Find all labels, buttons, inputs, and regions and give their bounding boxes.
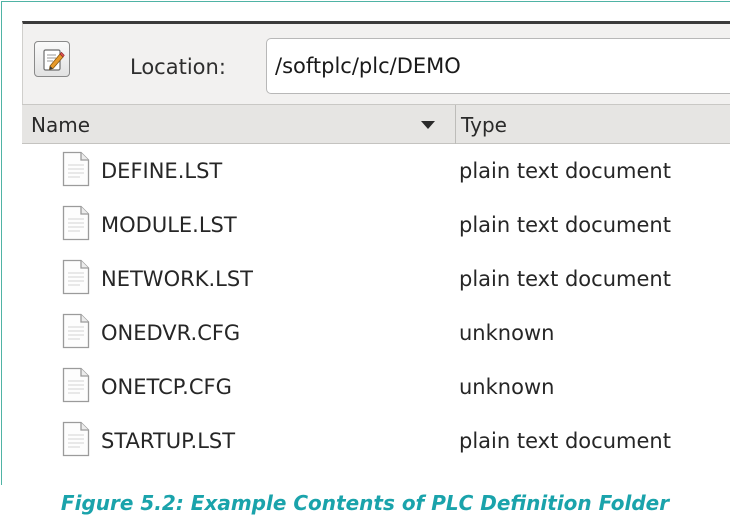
text-file-icon <box>62 421 90 461</box>
file-type: plain text document <box>459 159 671 183</box>
column-separator[interactable] <box>455 105 456 144</box>
text-file-icon <box>62 151 90 191</box>
pencil-notepad-icon <box>43 49 65 71</box>
file-row[interactable]: NETWORK.LST plain text document <box>22 252 730 306</box>
file-name: STARTUP.LST <box>101 429 236 453</box>
location-label: Location: <box>130 55 226 79</box>
file-row[interactable]: MODULE.LST plain text document <box>22 198 730 252</box>
type-column-header[interactable]: Type <box>461 113 507 137</box>
text-file-icon <box>62 313 90 353</box>
file-type: unknown <box>459 375 555 399</box>
file-type: plain text document <box>459 213 671 237</box>
file-type: plain text document <box>459 429 671 453</box>
text-file-icon <box>62 259 90 299</box>
text-file-icon <box>62 367 90 407</box>
text-file-icon <box>62 205 90 245</box>
file-list: DEFINE.LST plain text document MODULE.LS… <box>22 144 730 468</box>
file-row[interactable]: ONEDVR.CFG unknown <box>22 306 730 360</box>
location-toolbar: Location: <box>22 21 730 104</box>
file-type: unknown <box>459 321 555 345</box>
file-row[interactable]: STARTUP.LST plain text document <box>22 414 730 468</box>
file-name: MODULE.LST <box>101 213 237 237</box>
location-input[interactable] <box>266 38 730 94</box>
sort-descending-icon[interactable] <box>421 121 435 129</box>
file-name: DEFINE.LST <box>101 159 223 183</box>
file-name: ONEDVR.CFG <box>101 321 241 345</box>
figure-caption: Figure 5.2: Example Contents of PLC Defi… <box>60 491 670 515</box>
name-column-header[interactable]: Name <box>31 113 90 137</box>
file-row[interactable]: DEFINE.LST plain text document <box>22 144 730 198</box>
column-header: Name Type <box>22 104 730 144</box>
file-name: ONETCP.CFG <box>101 375 232 399</box>
file-row[interactable]: ONETCP.CFG unknown <box>22 360 730 414</box>
edit-location-button[interactable] <box>34 41 70 77</box>
file-name: NETWORK.LST <box>101 267 253 291</box>
file-type: plain text document <box>459 267 671 291</box>
